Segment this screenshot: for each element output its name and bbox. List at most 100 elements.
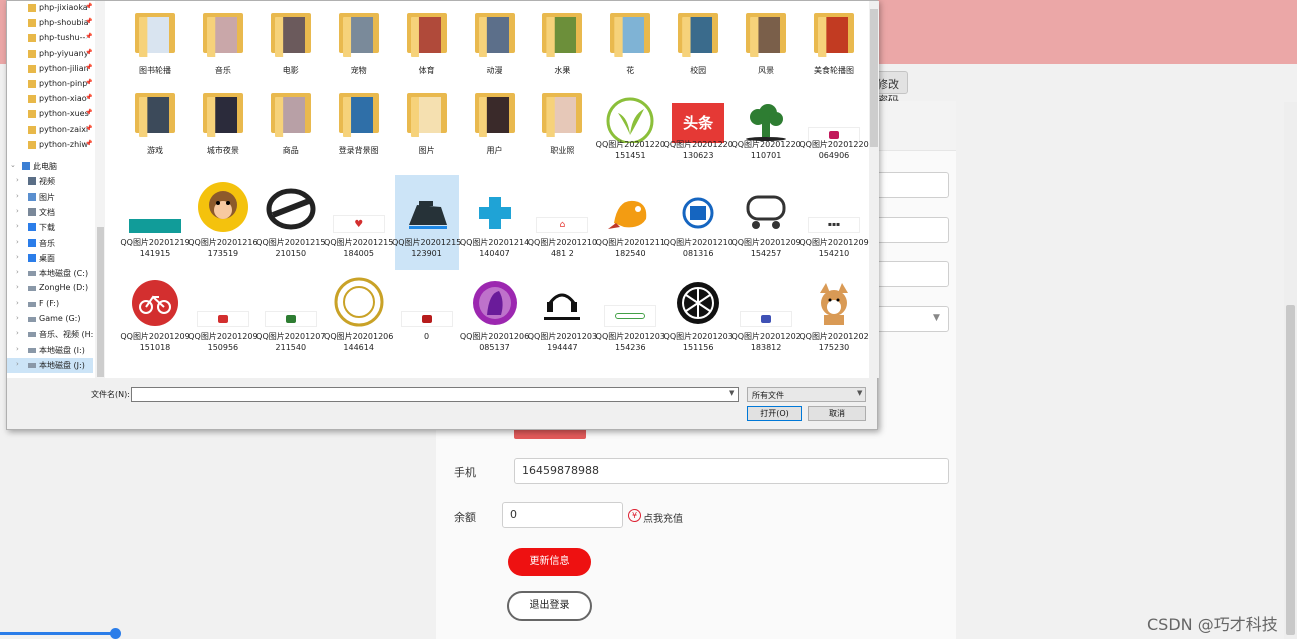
folder-item[interactable]: 电影 (259, 1, 323, 83)
nav-item[interactable]: php-yiyuany 📌 (7, 47, 93, 62)
image-file-item[interactable]: QQ图片20201210081316 (664, 175, 733, 270)
chevron-down-icon[interactable]: ⌄ (10, 161, 16, 169)
image-file-item[interactable]: QQ图片20201206085137 (460, 269, 529, 364)
image-file-item[interactable]: QQ图片20201209154257 (731, 175, 801, 270)
nav-item[interactable]: › 本地磁盘 (I:) (7, 343, 93, 358)
image-file-item[interactable]: QQ图片20201219141915 (120, 175, 190, 270)
image-file-item[interactable]: QQ图片20201202175230 (799, 269, 869, 364)
nav-item[interactable]: python-pinp 📌 (7, 77, 93, 92)
nav-item[interactable]: php-tushu-- 📌 (7, 31, 93, 46)
chevron-down-icon[interactable]: ▼ (729, 389, 734, 397)
folder-item[interactable]: 体育 (395, 1, 459, 83)
grid-scrollbar-thumb[interactable] (870, 9, 878, 147)
chevron-right-icon[interactable]: › (16, 329, 19, 337)
chevron-right-icon[interactable]: › (16, 360, 19, 368)
filename-input[interactable] (131, 387, 739, 402)
folder-item[interactable]: 美食轮播图 (802, 1, 866, 83)
image-file-item[interactable]: QQ图片20201216173519 (188, 175, 258, 270)
image-file-item[interactable]: QQ图片20201214140407 (460, 175, 529, 270)
balance-input[interactable]: 0 (502, 502, 623, 528)
chevron-right-icon[interactable]: › (16, 192, 19, 200)
nav-item[interactable]: python-zhiw 📌 (7, 138, 93, 153)
nav-item[interactable]: › 桌面 (7, 251, 93, 266)
cancel-button[interactable]: 取消 (808, 406, 866, 421)
nav-item[interactable]: python-xues 📌 (7, 107, 93, 122)
progress-handle[interactable] (110, 628, 121, 639)
image-file-item[interactable]: QQ图片20201220110701 (731, 81, 801, 176)
nav-item[interactable]: ⌄ 此电脑 (7, 159, 93, 174)
folder-item[interactable]: 动漫 (463, 1, 527, 83)
image-file-item[interactable]: QQ图片20201206144614 (324, 269, 393, 364)
folder-item[interactable]: 风景 (734, 1, 798, 83)
image-file-item[interactable]: QQ图片20201207211540 (256, 269, 325, 364)
image-file-item[interactable]: QQ图片20201203194447 (528, 269, 597, 364)
image-file-item[interactable]: QQ图片20201220151451 (596, 81, 665, 176)
image-file-item[interactable]: 0 (395, 269, 459, 364)
nav-item[interactable]: › 图片 (7, 190, 93, 205)
open-button[interactable]: 打开(O) (747, 406, 802, 421)
image-file-item[interactable]: QQ图片20201215123901 (392, 175, 461, 270)
nav-item[interactable]: python-xiao 📌 (7, 92, 93, 107)
nav-item[interactable]: › 音乐 (7, 236, 93, 251)
file-type-select[interactable]: 所有文件 (747, 387, 866, 402)
update-info-button[interactable]: 更新信息 (508, 548, 591, 576)
nav-item-label: 文档 (39, 207, 55, 217)
folder-item[interactable]: 用户 (463, 81, 527, 176)
chevron-right-icon[interactable]: › (16, 207, 19, 215)
nav-item-label: 本地磁盘 (I:) (39, 345, 85, 355)
nav-item[interactable]: › 文档 (7, 205, 93, 220)
page-scrollbar-thumb[interactable] (1286, 305, 1295, 635)
image-file-item[interactable]: QQ图片20201203154236 (596, 269, 665, 364)
chevron-right-icon[interactable]: › (16, 222, 19, 230)
folder-item[interactable]: 宠物 (327, 1, 391, 83)
image-file-item[interactable]: ♥ QQ图片20201215184005 (324, 175, 393, 270)
image-file-item[interactable]: ▪▪▪ QQ图片20201209154210 (799, 175, 869, 270)
nav-scrollbar-thumb[interactable] (97, 227, 104, 377)
image-file-item[interactable]: 头条 QQ图片20201220130623 (664, 81, 733, 176)
folder-item[interactable]: 城市夜景 (191, 81, 255, 176)
nav-item[interactable]: › F (F:) (7, 297, 93, 312)
image-file-item[interactable]: QQ图片20201211182540 (596, 175, 665, 270)
chevron-right-icon[interactable]: › (16, 283, 19, 291)
chevron-right-icon[interactable]: › (16, 314, 19, 322)
recharge-link[interactable]: 点我充值 (643, 510, 683, 525)
image-file-item[interactable]: QQ图片20201209151018 (120, 269, 190, 364)
folder-item[interactable]: 音乐 (191, 1, 255, 83)
image-file-item[interactable]: QQ图片20201220064906 (799, 81, 869, 176)
chevron-right-icon[interactable]: › (16, 345, 19, 353)
chevron-right-icon[interactable]: › (16, 238, 19, 246)
nav-item[interactable]: python-jilian 📌 (7, 62, 93, 77)
phone-input[interactable]: 16459878988 (514, 458, 949, 484)
folder-item[interactable]: 水果 (530, 1, 594, 83)
folder-item[interactable]: 图片 (395, 81, 459, 176)
image-file-item[interactable]: ⌂ QQ图片20201210481 2 (528, 175, 597, 270)
folder-item[interactable]: 花 (598, 1, 662, 83)
image-file-item[interactable]: QQ图片20201203151156 (664, 269, 733, 364)
folder-item[interactable]: 登录背景图 (327, 81, 391, 176)
folder-item[interactable]: 游戏 (123, 81, 187, 176)
folder-item[interactable]: 商品 (259, 81, 323, 176)
folder-item[interactable]: 图书轮播 (123, 1, 187, 83)
nav-item[interactable]: › Game (G:) (7, 312, 93, 327)
nav-item[interactable]: › 视频 (7, 174, 93, 189)
image-file-item[interactable]: QQ图片20201202183812 (731, 269, 801, 364)
nav-item[interactable]: › 本地磁盘 (J:) (7, 357, 93, 373)
item-label: 职业照 (550, 146, 575, 155)
nav-item[interactable]: › 下载 (7, 220, 93, 235)
folder-item[interactable]: 职业照 (530, 81, 594, 176)
nav-item[interactable]: › 本地磁盘 (C:) (7, 266, 93, 281)
chevron-right-icon[interactable]: › (16, 268, 19, 276)
logout-button[interactable]: 退出登录 (507, 591, 592, 621)
nav-item[interactable]: php-jixiaoka 📌 (7, 1, 93, 16)
balance-label: 余额 (454, 511, 476, 524)
chevron-right-icon[interactable]: › (16, 253, 19, 261)
chevron-right-icon[interactable]: › (16, 299, 19, 307)
nav-item[interactable]: python-zaixi 📌 (7, 123, 93, 138)
image-file-item[interactable]: QQ图片20201215210150 (256, 175, 325, 270)
folder-item[interactable]: 校园 (666, 1, 730, 83)
nav-item[interactable]: › 音乐、视频 (H:) (7, 327, 93, 342)
nav-item[interactable]: php-shoubia 📌 (7, 16, 93, 31)
image-file-item[interactable]: QQ图片20201209150956 (188, 269, 258, 364)
nav-item[interactable]: › ZongHe (D:) (7, 281, 93, 296)
chevron-right-icon[interactable]: › (16, 176, 19, 184)
